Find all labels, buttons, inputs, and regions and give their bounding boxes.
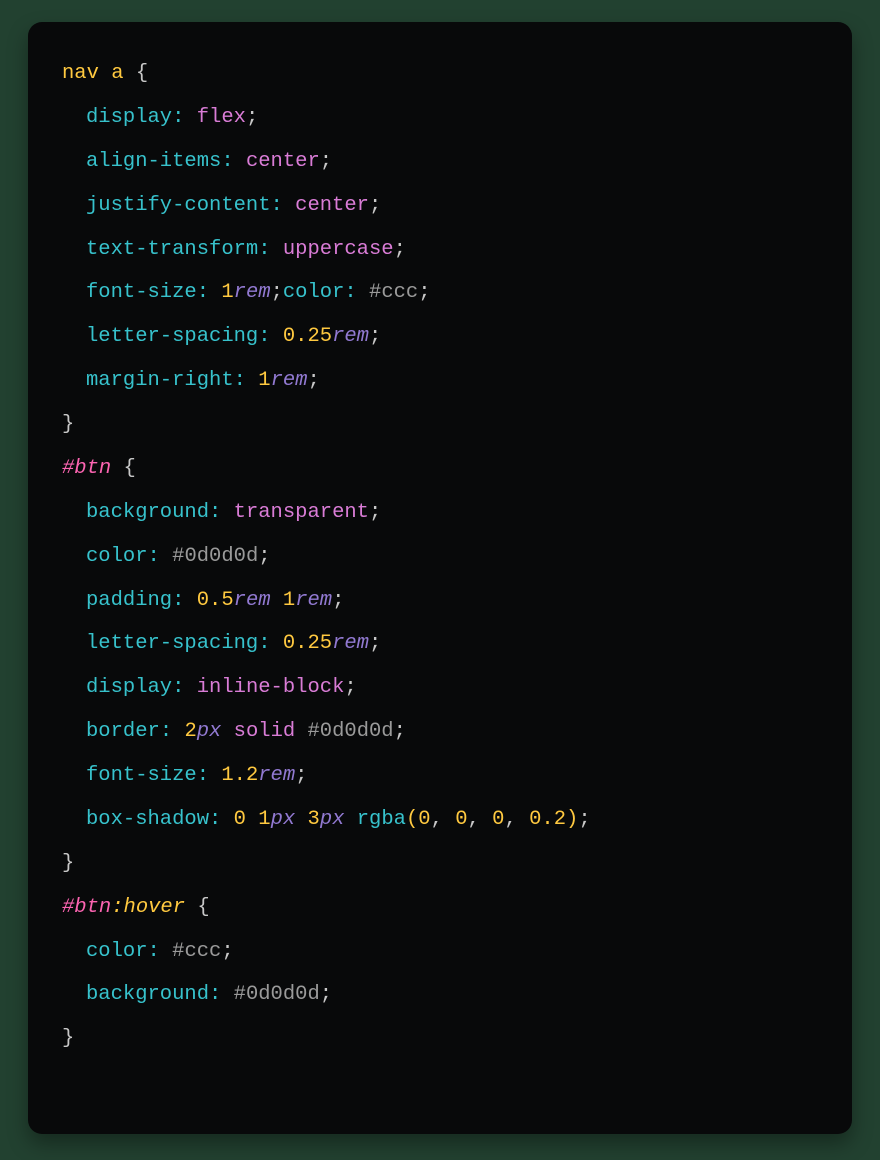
fn-arg: 0 [492, 808, 504, 831]
css-number: 0.25 [283, 325, 332, 348]
code-line: letter-spacing: 0.25rem; [62, 323, 818, 351]
css-property: color [86, 545, 148, 568]
css-value: #0d0d0d [172, 545, 258, 568]
css-number: 1 [221, 281, 233, 304]
css-value: #ccc [172, 940, 221, 963]
css-property: justify-content [86, 194, 271, 217]
css-unit: rem [258, 764, 295, 787]
css-property: text-transform [86, 238, 258, 261]
code-line: margin-right: 1rem; [62, 367, 818, 395]
pseudo-class: :hover [111, 896, 185, 919]
code-line: display: inline-block; [62, 674, 818, 702]
code-line: justify-content: center; [62, 192, 818, 220]
code-line: #btn:hover { [62, 894, 818, 922]
css-property: background [86, 983, 209, 1006]
css-function: rgba [357, 808, 406, 831]
code-line: background: transparent; [62, 499, 818, 527]
brace-open: { [124, 457, 136, 480]
css-property: padding [86, 589, 172, 612]
css-unit: rem [234, 281, 271, 304]
fn-arg: 0.2 [529, 808, 566, 831]
css-value: flex [197, 106, 246, 129]
css-property: box-shadow [86, 808, 209, 831]
css-unit: px [320, 808, 345, 831]
css-unit: rem [295, 589, 332, 612]
css-property: display [86, 106, 172, 129]
css-number: 3 [308, 808, 320, 831]
code-line: nav a { [62, 60, 818, 88]
code-line: #btn { [62, 455, 818, 483]
code-line: color: #0d0d0d; [62, 543, 818, 571]
css-number: 1.2 [221, 764, 258, 787]
css-property: border [86, 720, 160, 743]
css-unit: rem [332, 325, 369, 348]
fn-arg: 0 [455, 808, 467, 831]
css-unit: rem [332, 632, 369, 655]
brace-close: } [62, 852, 74, 875]
css-unit: px [271, 808, 296, 831]
css-unit: rem [234, 589, 271, 612]
css-property: margin-right [86, 369, 234, 392]
css-property: letter-spacing [86, 325, 258, 348]
css-value: center [295, 194, 369, 217]
css-number: 0.25 [283, 632, 332, 655]
css-property: color [283, 281, 345, 304]
code-line: display: flex; [62, 104, 818, 132]
css-number: 0.5 [197, 589, 234, 612]
css-value: inline-block [197, 676, 345, 699]
code-line: color: #ccc; [62, 938, 818, 966]
code-line: background: #0d0d0d; [62, 981, 818, 1009]
css-unit: px [197, 720, 222, 743]
selector-tag: nav [62, 62, 99, 85]
css-property: display [86, 676, 172, 699]
css-value: #ccc [369, 281, 418, 304]
code-line: align-items: center; [62, 148, 818, 176]
css-property: letter-spacing [86, 632, 258, 655]
code-line: font-size: 1.2rem; [62, 762, 818, 790]
fn-arg: 0 [418, 808, 430, 831]
css-value: center [246, 150, 320, 173]
css-property: color [86, 940, 148, 963]
css-number: 2 [184, 720, 196, 743]
css-value: #0d0d0d [308, 720, 394, 743]
selector-id: #btn [62, 457, 111, 480]
code-line: } [62, 1025, 818, 1053]
brace-open: { [197, 896, 209, 919]
css-property: align-items [86, 150, 221, 173]
css-value: #0d0d0d [234, 983, 320, 1006]
css-number: 1 [283, 589, 295, 612]
css-property: background [86, 501, 209, 524]
brace-close: } [62, 1027, 74, 1050]
css-value: solid [234, 720, 296, 743]
css-property: font-size [86, 764, 197, 787]
css-number: 1 [258, 369, 270, 392]
css-value: transparent [234, 501, 369, 524]
css-property: font-size [86, 281, 197, 304]
code-line: padding: 0.5rem 1rem; [62, 587, 818, 615]
code-line: } [62, 850, 818, 878]
code-line: text-transform: uppercase; [62, 236, 818, 264]
selector-el: a [111, 62, 123, 85]
code-line: letter-spacing: 0.25rem; [62, 630, 818, 658]
code-line: font-size: 1rem;color: #ccc; [62, 279, 818, 307]
css-value: uppercase [283, 238, 394, 261]
code-line: } [62, 411, 818, 439]
selector-id: #btn [62, 896, 111, 919]
brace-close: } [62, 413, 74, 436]
css-number: 1 [258, 808, 270, 831]
css-unit: rem [271, 369, 308, 392]
code-block: nav a { display: flex; align-items: cent… [28, 22, 852, 1134]
brace-open: { [136, 62, 148, 85]
css-number: 0 [234, 808, 246, 831]
code-line: border: 2px solid #0d0d0d; [62, 718, 818, 746]
code-line: box-shadow: 0 1px 3px rgba(0, 0, 0, 0.2)… [62, 806, 818, 834]
